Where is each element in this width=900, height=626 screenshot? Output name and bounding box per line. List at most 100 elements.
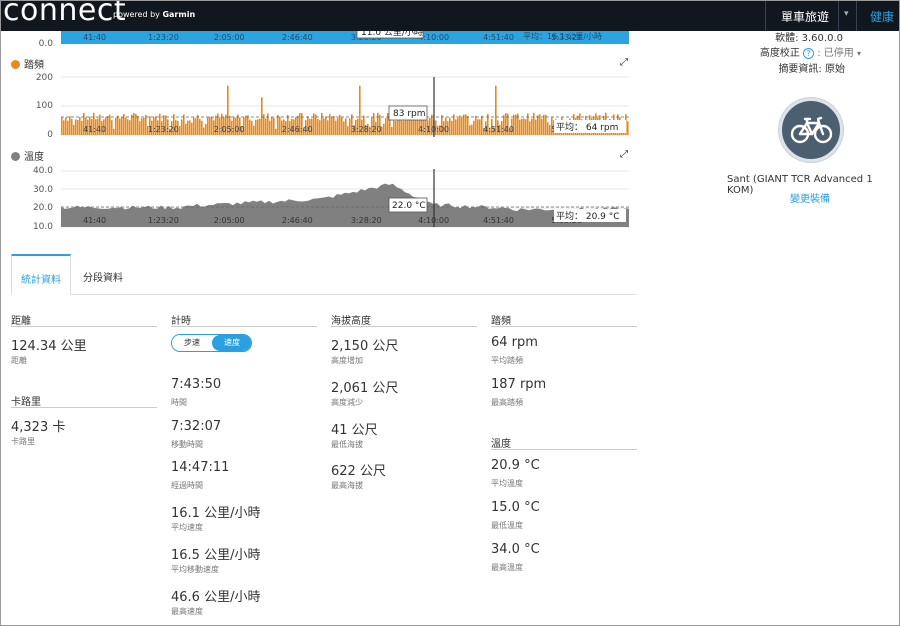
cadence-bar	[193, 117, 195, 135]
cadence-bar	[133, 112, 135, 135]
help-icon[interactable]: ?	[803, 48, 815, 59]
cadence-bar	[145, 114, 147, 135]
cadence-bar	[343, 121, 345, 135]
chevron-down-icon[interactable]: ▾	[857, 49, 861, 58]
cadence-bar	[265, 118, 267, 135]
calories-label: 卡路里	[11, 437, 35, 446]
cadence-bar	[325, 116, 327, 135]
connect-logo[interactable]: connect	[3, 1, 126, 28]
cadence-bar	[245, 115, 247, 135]
cadence-bar	[463, 114, 465, 135]
cadence-bar	[247, 115, 249, 135]
altitude-correction: 高度校正 ? : 已停用 ▾	[759, 48, 861, 59]
tab-statistics[interactable]: 統計資料	[11, 254, 71, 295]
powered-by-text: powered by Garmin	[113, 10, 196, 19]
x-tick-label: 2:05:00	[214, 216, 245, 225]
stat-value: 64 rpm	[491, 335, 538, 350]
cadence-y-tick: 200	[35, 73, 53, 83]
x-tick-label: 1:23:20	[148, 33, 179, 42]
temperature-y-tick: 20.0	[32, 203, 53, 213]
speed-chart-strip[interactable]: 41:401:23:202:05:002:46:403:28:204:10:00…	[61, 31, 629, 44]
expand-icon[interactable]: ⤢	[620, 57, 628, 68]
cadence-bar	[69, 116, 71, 135]
cadence-bar	[257, 119, 259, 135]
x-tick-label: 41:40	[83, 125, 106, 134]
nav-activity-type[interactable]: 單車旅遊	[781, 8, 829, 25]
cadence-bar	[453, 114, 455, 135]
stat-value: 622 公尺	[331, 464, 386, 479]
cadence-bar	[179, 126, 181, 135]
cadence-bar	[535, 119, 537, 135]
nav-health-link[interactable]: 健康	[870, 8, 894, 25]
calories-value: 4,323 卡	[11, 420, 66, 435]
speed-average-label: 平均：16.1 公里/小時	[523, 31, 602, 41]
stat-value: 7:32:07	[171, 419, 222, 434]
cadence-bar	[195, 118, 197, 135]
tab-laps[interactable]: 分段資料	[73, 254, 133, 295]
cadence-bar	[211, 116, 213, 135]
bicycle-icon	[790, 116, 833, 144]
pace-speed-toggle: 步速 速度	[171, 334, 252, 352]
cadence-bar	[331, 116, 333, 135]
chevron-down-icon[interactable]: ▾	[844, 9, 849, 19]
cadence-bar	[107, 116, 109, 135]
cadence-bar	[545, 114, 547, 135]
cadence-bar	[111, 120, 113, 135]
cadence-bar	[319, 120, 321, 135]
x-tick-label: 2:46:40	[282, 125, 313, 134]
cadence-bar	[345, 118, 347, 135]
cadence-bar	[143, 117, 145, 135]
cadence-bar	[109, 114, 111, 135]
expand-icon[interactable]: ⤢	[620, 149, 628, 160]
cadence-bar	[63, 120, 65, 135]
cadence-chart[interactable]: 41:40 1:23:20 2:05:00 2:46:40 3:28:20 4:10:00…	[61, 71, 631, 137]
cadence-bar	[323, 118, 325, 135]
temperature-chart-title: 溫度	[11, 148, 44, 163]
stat-value: 15.0 °C	[491, 500, 540, 515]
cadence-bar	[75, 119, 77, 135]
stat-label: 平均移動速度	[171, 565, 219, 574]
summary-info: 摘要資訊: 原始	[778, 64, 845, 75]
cadence-bar	[131, 114, 133, 135]
cadence-bar	[411, 118, 413, 135]
cadence-bar	[65, 117, 67, 135]
toggle-speed-option[interactable]: 速度	[212, 335, 251, 351]
stat-value: 2,150 公尺	[331, 339, 399, 354]
stats-tabs: 統計資料 分段資料	[11, 254, 637, 295]
cadence-bar	[385, 118, 387, 135]
cadence-bar	[203, 127, 205, 135]
stat-value: 16.1 公里/小時	[171, 506, 261, 521]
distance-value: 124.34 公里	[11, 339, 87, 354]
cadence-bar	[543, 114, 545, 135]
temperature-chart[interactable]: 41:40 1:23:20 2:05:00 2:46:40 3:28:20 4:10:00…	[61, 163, 631, 229]
cadence-bar	[389, 120, 391, 135]
elevation-heading: 海拔高度	[331, 312, 477, 327]
change-gear-link[interactable]: 變更裝備	[790, 190, 830, 205]
cadence-bar	[125, 117, 127, 135]
cadence-bar	[541, 118, 543, 135]
cadence-bar	[71, 118, 73, 135]
cadence-bar	[327, 120, 329, 135]
cadence-y-tick: 0	[47, 130, 53, 140]
stat-value: 46.6 公里/小時	[171, 590, 261, 605]
bike-avatar[interactable]	[779, 98, 843, 162]
cadence-bar	[205, 123, 207, 135]
stat-value: 7:43:50	[171, 377, 222, 392]
cadence-bar	[67, 120, 69, 135]
x-tick-label: 4:51:40	[483, 33, 514, 42]
cadence-bar	[117, 115, 119, 135]
cadence-bar	[461, 117, 463, 135]
temperature-legend-dot	[11, 152, 20, 161]
cadence-average-label: 平均： 64 rpm	[556, 121, 618, 133]
cadence-bar	[79, 117, 81, 135]
cadence-bar	[181, 119, 183, 135]
stat-label: 時間	[171, 398, 187, 407]
stat-value: 187 rpm	[491, 377, 547, 392]
cadence-bar	[77, 119, 79, 135]
stat-label: 最高溫度	[491, 563, 523, 572]
cadence-bar	[321, 113, 323, 135]
cadence-bar	[315, 114, 317, 135]
calories-heading: 卡路里	[11, 393, 157, 408]
toggle-pace-option[interactable]: 步速	[172, 335, 212, 351]
cadence-bar	[329, 114, 331, 135]
